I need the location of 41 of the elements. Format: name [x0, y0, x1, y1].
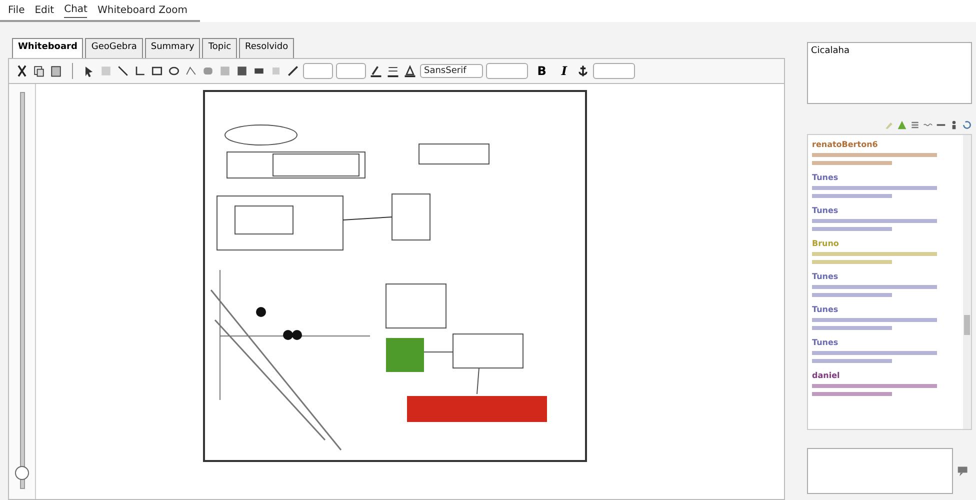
topic-field[interactable]: Cicalaha [807, 42, 972, 104]
chat-author: Tunes [812, 173, 838, 182]
connector-icon[interactable] [286, 64, 300, 78]
paste-icon[interactable] [49, 64, 63, 78]
chat-author: Tunes [812, 305, 838, 314]
menu-item[interactable]: Chat [64, 2, 88, 18]
tab[interactable]: Whiteboard [12, 38, 84, 58]
menu-item[interactable]: Edit [34, 2, 54, 18]
menu-item[interactable]: File [8, 2, 25, 18]
italic-button[interactable]: I [555, 64, 574, 78]
tab[interactable]: Resolvido [239, 38, 294, 58]
text-color-icon[interactable] [403, 64, 417, 78]
anchor-icon[interactable] [576, 64, 590, 78]
chat-author: Bruno [812, 239, 839, 248]
tab[interactable]: Summary [144, 38, 200, 58]
list-icon[interactable] [910, 120, 920, 130]
rect-icon[interactable] [150, 64, 164, 78]
chat-author: daniel [812, 371, 840, 380]
cut-icon[interactable] [15, 64, 29, 78]
line-color-icon[interactable] [369, 64, 383, 78]
chat-author: Tunes [812, 272, 838, 281]
line-icon[interactable] [116, 64, 130, 78]
chat-author: Tunes [812, 206, 838, 215]
tab[interactable]: GeoGebra [85, 38, 143, 58]
fill-color-icon[interactable] [386, 64, 400, 78]
copy-icon[interactable] [32, 64, 46, 78]
font-select[interactable]: SansSerif [420, 64, 484, 78]
slider-thumb[interactable] [14, 466, 28, 480]
send-icon[interactable] [957, 465, 969, 477]
chat-author: renatoBerton6 [812, 140, 878, 149]
message-field[interactable] [807, 448, 953, 494]
ellipse-icon[interactable] [167, 64, 181, 78]
image-icon[interactable] [235, 64, 249, 78]
menu-item[interactable]: Whiteboard Zoom [97, 2, 188, 18]
bold-button[interactable]: B [531, 64, 552, 78]
refresh-icon[interactable] [962, 120, 972, 130]
zoom-slider[interactable] [9, 84, 36, 499]
elbow-icon[interactable] [133, 64, 147, 78]
chat-author: Tunes [812, 338, 838, 347]
scrollbar[interactable] [963, 135, 971, 429]
tab[interactable]: Topic [202, 38, 238, 58]
